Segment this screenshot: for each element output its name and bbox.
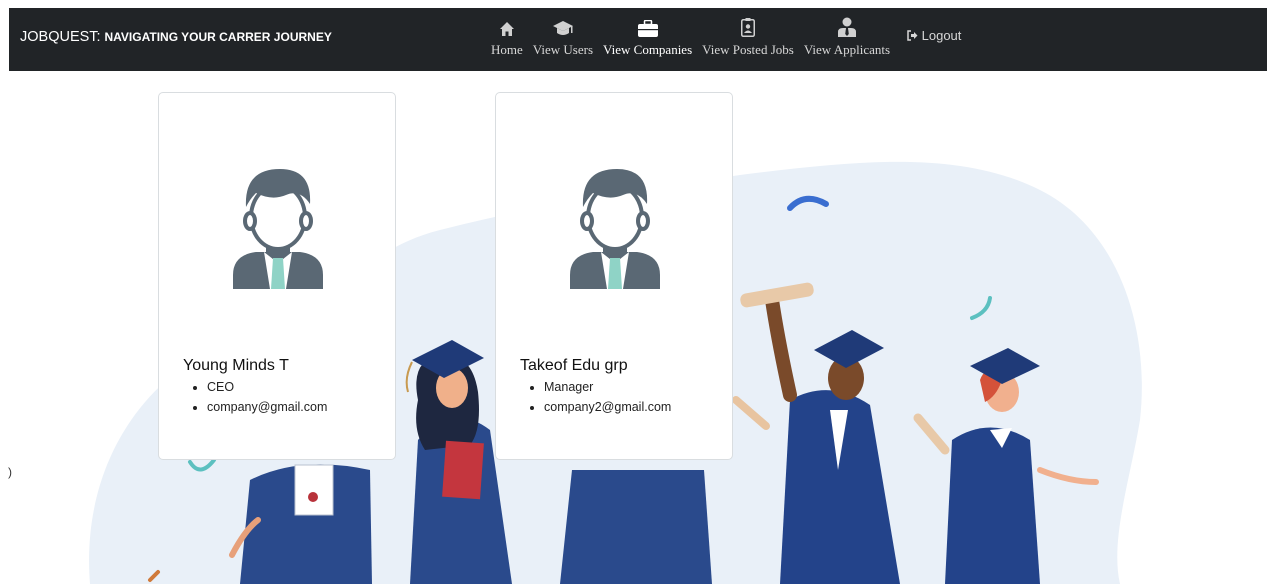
briefcase-icon	[637, 11, 658, 37]
company-email: company@gmail.com	[207, 397, 327, 417]
brand[interactable]: JOBQUEST: NAVIGATING YOUR CARRER JOURNEY	[20, 28, 332, 45]
nav-view-posted-jobs[interactable]: View Posted Jobs	[697, 11, 799, 58]
logout-link[interactable]: Logout	[907, 28, 961, 43]
nav-view-applicants-label: View Applicants	[803, 42, 891, 57]
nav-view-users[interactable]: View Users	[528, 11, 598, 58]
user-avatar-icon	[228, 159, 328, 294]
user-avatar-icon	[565, 159, 665, 294]
stray-text: )	[8, 465, 12, 479]
user-tie-icon	[837, 11, 856, 37]
nav-view-posted-jobs-label: View Posted Jobs	[702, 42, 794, 57]
nav-view-users-label: View Users	[532, 42, 594, 57]
nav-view-companies[interactable]: View Companies	[598, 11, 697, 58]
company-role: Manager	[544, 377, 671, 397]
company-email: company2@gmail.com	[544, 397, 671, 417]
company-name: Young Minds T	[183, 357, 289, 374]
graduation-cap-icon	[552, 11, 574, 37]
company-card[interactable]: Young Minds T CEO company@gmail.com	[158, 92, 396, 460]
company-details: CEO company@gmail.com	[183, 377, 327, 417]
company-details: Manager company2@gmail.com	[520, 377, 671, 417]
navbar: JOBQUEST: NAVIGATING YOUR CARRER JOURNEY…	[9, 8, 1267, 71]
logout-label: Logout	[921, 28, 962, 43]
nav-home[interactable]: Home	[486, 11, 528, 58]
nav-view-applicants[interactable]: View Applicants	[799, 11, 895, 58]
brand-tagline: NAVIGATING YOUR CARRER JOURNEY	[104, 30, 332, 44]
nav-menu: Home View Users View Companies View Post…	[486, 11, 895, 69]
company-name: Takeof Edu grp	[520, 357, 628, 374]
nav-view-companies-label: View Companies	[603, 42, 693, 57]
home-icon	[499, 11, 515, 37]
company-role: CEO	[207, 377, 327, 397]
id-badge-icon	[740, 11, 755, 37]
nav-home-label: Home	[491, 42, 523, 57]
company-card[interactable]: Takeof Edu grp Manager company2@gmail.co…	[495, 92, 733, 460]
brand-title: JOBQUEST:	[20, 29, 101, 45]
sign-out-icon	[907, 28, 922, 43]
